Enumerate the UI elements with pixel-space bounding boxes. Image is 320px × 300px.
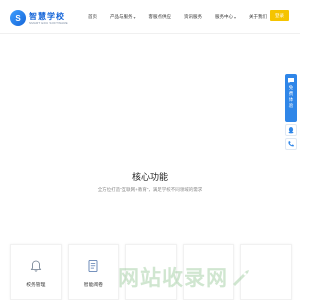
free-trial-button[interactable]: 免费体验 [285, 74, 297, 122]
nav-item-home[interactable]: 首页 [88, 14, 97, 20]
nav-item-about[interactable]: 关于我们 [249, 14, 267, 20]
document-icon [88, 260, 98, 272]
feature-card-marking[interactable]: 智能阅卷 [67, 244, 120, 300]
rocket-icon [233, 270, 249, 286]
bell-icon [30, 260, 42, 272]
feature-card-label: 智能阅卷 [83, 283, 103, 288]
feature-card-campus[interactable]: 校务管理 [10, 244, 62, 300]
qq-button[interactable] [285, 124, 297, 136]
nav-label: 产品与服务 [110, 14, 133, 19]
watermark: 网站收录网 [118, 262, 252, 292]
section-subtitle: 全方位打造“互联网+教育”，满足学校不同领域的需求 [97, 187, 203, 192]
feature-card-label: 校务管理 [26, 283, 46, 288]
floating-contact-bar: 免费体验 [285, 74, 297, 150]
free-trial-label: 免费体验 [288, 85, 294, 108]
nav-item-service[interactable]: 服务中心 ▾ [215, 14, 236, 20]
logo-name-en: SMART EDU SOFTWARE [29, 20, 68, 25]
nav-item-supply[interactable]: 客服点供应 [149, 14, 172, 20]
nav-item-news[interactable]: 资讯服务 [184, 14, 202, 20]
nav-label: 服务中心 [215, 14, 234, 19]
nav-label: 关于我们 [249, 14, 268, 19]
section-title: 核心功能 [131, 172, 168, 182]
header: S 智慧学校 SMART EDU SOFTWARE 首页 产品与服务 ▾ 客服点供… [0, 0, 300, 34]
nav-item-products[interactable]: 产品与服务 ▾ [110, 14, 136, 20]
phone-button[interactable] [285, 138, 297, 150]
logo-icon: S [10, 10, 26, 26]
login-button[interactable]: 登录 [270, 10, 289, 21]
nav-label: 首页 [88, 14, 97, 19]
phone-icon [288, 141, 294, 147]
logo-text: 智慧学校 SMART EDU SOFTWARE [29, 12, 68, 25]
page: S 智慧学校 SMART EDU SOFTWARE 首页 产品与服务 ▾ 客服点供… [0, 0, 300, 300]
watermark-text: 网站收录网 [118, 267, 228, 290]
qq-icon [288, 126, 294, 134]
logo[interactable]: S 智慧学校 SMART EDU SOFTWARE [10, 8, 80, 28]
chevron-down-icon: ▾ [234, 14, 237, 20]
main-nav: 首页 产品与服务 ▾ 客服点供应 资讯服务 服务中心 ▾ 关于我们 [88, 0, 280, 34]
nav-label: 资讯服务 [184, 14, 203, 19]
nav-label: 客服点供应 [148, 14, 172, 19]
logo-name-cn: 智慧学校 [29, 10, 65, 21]
chat-icon [288, 78, 294, 84]
chevron-down-icon: ▾ [133, 14, 136, 20]
